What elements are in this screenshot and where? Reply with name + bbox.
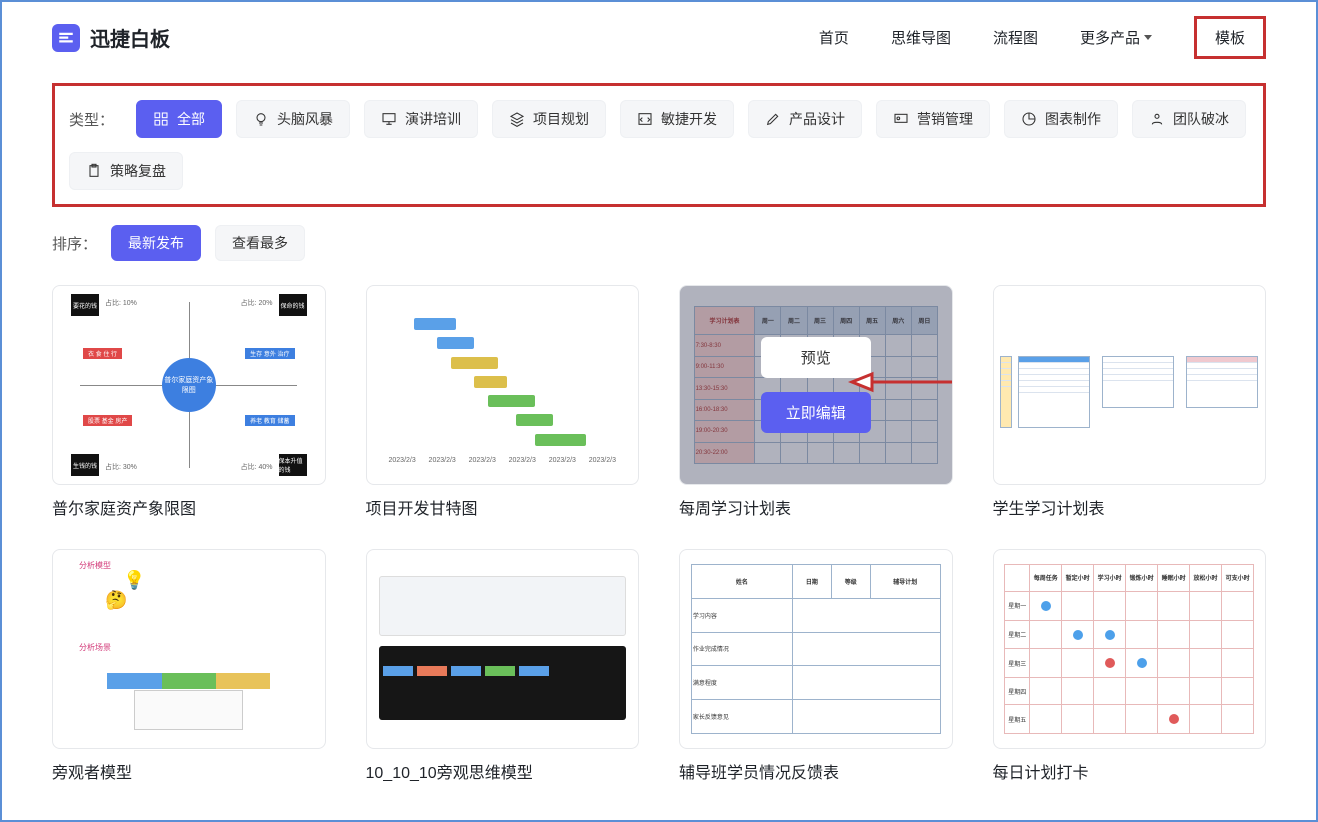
template-card[interactable]: 每周任务暂定小时学习小时锻炼小时睡眠小时放松小时可支小时 星期一 星期二 星期三… xyxy=(993,549,1267,783)
template-title: 学生学习计划表 xyxy=(993,495,1267,519)
template-thumb: 普尔家庭资产象限图 要花的钱 保命的钱 生钱的钱 保本升值的钱 占比: 10% … xyxy=(52,285,326,485)
layers-icon xyxy=(509,111,525,127)
filter-brainstorm-label: 头脑风暴 xyxy=(277,109,333,129)
template-card[interactable]: 普尔家庭资产象限图 要花的钱 保命的钱 生钱的钱 保本升值的钱 占比: 10% … xyxy=(52,285,326,519)
nav-templates[interactable]: 模板 xyxy=(1194,16,1266,59)
filter-present[interactable]: 演讲培训 xyxy=(364,100,478,138)
filter-team[interactable]: 团队破冰 xyxy=(1132,100,1246,138)
template-thumb xyxy=(993,285,1267,485)
team-icon xyxy=(1149,111,1165,127)
chevron-down-icon xyxy=(1144,35,1152,40)
filter-product[interactable]: 产品设计 xyxy=(748,100,862,138)
filter-agile-label: 敏捷开发 xyxy=(661,109,717,129)
filter-marketing-label: 营销管理 xyxy=(917,109,973,129)
filter-present-label: 演讲培训 xyxy=(405,109,461,129)
template-card[interactable]: 分析模型 分析场景 💡 🤔 旁观者模型 xyxy=(52,549,326,783)
template-thumb: 2023/2/3 2023/2/3 2023/2/3 2023/2/3 2023… xyxy=(366,285,640,485)
topbar: 迅捷白板 首页 思维导图 流程图 更多产品 模板 xyxy=(2,2,1316,73)
template-card[interactable]: 学习计划表 周一周二周三周四周五周六周日 7:30-8:30 9:00-11:3… xyxy=(679,285,953,519)
template-title: 10_10_10旁观思维模型 xyxy=(366,759,640,783)
sort-label: 排序： xyxy=(52,233,97,254)
filter-project[interactable]: 项目规划 xyxy=(492,100,606,138)
template-title: 普尔家庭资产象限图 xyxy=(52,495,326,519)
template-title: 项目开发甘特图 xyxy=(366,495,640,519)
main-nav: 首页 思维导图 流程图 更多产品 模板 xyxy=(819,16,1266,59)
brand: 迅捷白板 xyxy=(52,23,170,52)
grid-icon xyxy=(153,111,169,127)
presentation-icon xyxy=(381,111,397,127)
template-card[interactable]: 2023/2/3 2023/2/3 2023/2/3 2023/2/3 2023… xyxy=(366,285,640,519)
sort-row: 排序： 最新发布 查看最多 xyxy=(52,225,1266,261)
template-card[interactable]: 10_10_10旁观思维模型 xyxy=(366,549,640,783)
filter-strategy[interactable]: 策略复盘 xyxy=(69,152,183,190)
filter-strategy-label: 策略复盘 xyxy=(110,161,166,181)
template-card[interactable]: 姓名日期等级辅导计划 学习内容 作业完成情况 满意程度 家长反馈意见 辅导班学员… xyxy=(679,549,953,783)
sort-latest[interactable]: 最新发布 xyxy=(111,225,201,261)
filter-panel: 类型： 全部 头脑风暴 演讲培训 项目规划 敏捷开发 产品设计 营销管理 xyxy=(52,83,1266,207)
template-thumb: 每周任务暂定小时学习小时锻炼小时睡眠小时放松小时可支小时 星期一 星期二 星期三… xyxy=(993,549,1267,749)
filter-label: 类型： xyxy=(69,109,114,130)
template-title: 旁观者模型 xyxy=(52,759,326,783)
nav-more-label: 更多产品 xyxy=(1080,27,1140,48)
nav-home[interactable]: 首页 xyxy=(819,27,849,48)
template-thumb: 学习计划表 周一周二周三周四周五周六周日 7:30-8:30 9:00-11:3… xyxy=(679,285,953,485)
chart-icon xyxy=(1021,111,1037,127)
brand-title: 迅捷白板 xyxy=(90,23,170,52)
filter-marketing[interactable]: 营销管理 xyxy=(876,100,990,138)
template-thumb: 姓名日期等级辅导计划 学习内容 作业完成情况 满意程度 家长反馈意见 xyxy=(679,549,953,749)
template-card[interactable]: 学生学习计划表 xyxy=(993,285,1267,519)
bulb-icon xyxy=(253,111,269,127)
filter-all[interactable]: 全部 xyxy=(136,100,222,138)
template-title: 每周学习计划表 xyxy=(679,495,953,519)
hover-overlay: 预览 立即编辑 xyxy=(680,286,952,484)
pen-icon xyxy=(765,111,781,127)
nav-more-products[interactable]: 更多产品 xyxy=(1080,27,1152,48)
filter-product-label: 产品设计 xyxy=(789,109,845,129)
filter-team-label: 团队破冰 xyxy=(1173,109,1229,129)
nav-mindmap[interactable]: 思维导图 xyxy=(891,27,951,48)
sort-most-viewed[interactable]: 查看最多 xyxy=(215,225,305,261)
template-thumb: 分析模型 分析场景 💡 🤔 xyxy=(52,549,326,749)
filter-all-label: 全部 xyxy=(177,109,205,129)
logo-icon xyxy=(52,24,80,52)
template-title: 辅导班学员情况反馈表 xyxy=(679,759,953,783)
filter-agile[interactable]: 敏捷开发 xyxy=(620,100,734,138)
clipboard-icon xyxy=(86,163,102,179)
filter-project-label: 项目规划 xyxy=(533,109,589,129)
filter-brainstorm[interactable]: 头脑风暴 xyxy=(236,100,350,138)
code-icon xyxy=(637,111,653,127)
preview-button[interactable]: 预览 xyxy=(761,337,871,378)
template-title: 每日计划打卡 xyxy=(993,759,1267,783)
template-thumb xyxy=(366,549,640,749)
edit-button[interactable]: 立即编辑 xyxy=(761,392,871,433)
template-grid: 普尔家庭资产象限图 要花的钱 保命的钱 生钱的钱 保本升值的钱 占比: 10% … xyxy=(2,261,1316,783)
filter-chart-label: 图表制作 xyxy=(1045,109,1101,129)
nav-flowchart[interactable]: 流程图 xyxy=(993,27,1038,48)
megaphone-icon xyxy=(893,111,909,127)
filter-chart[interactable]: 图表制作 xyxy=(1004,100,1118,138)
